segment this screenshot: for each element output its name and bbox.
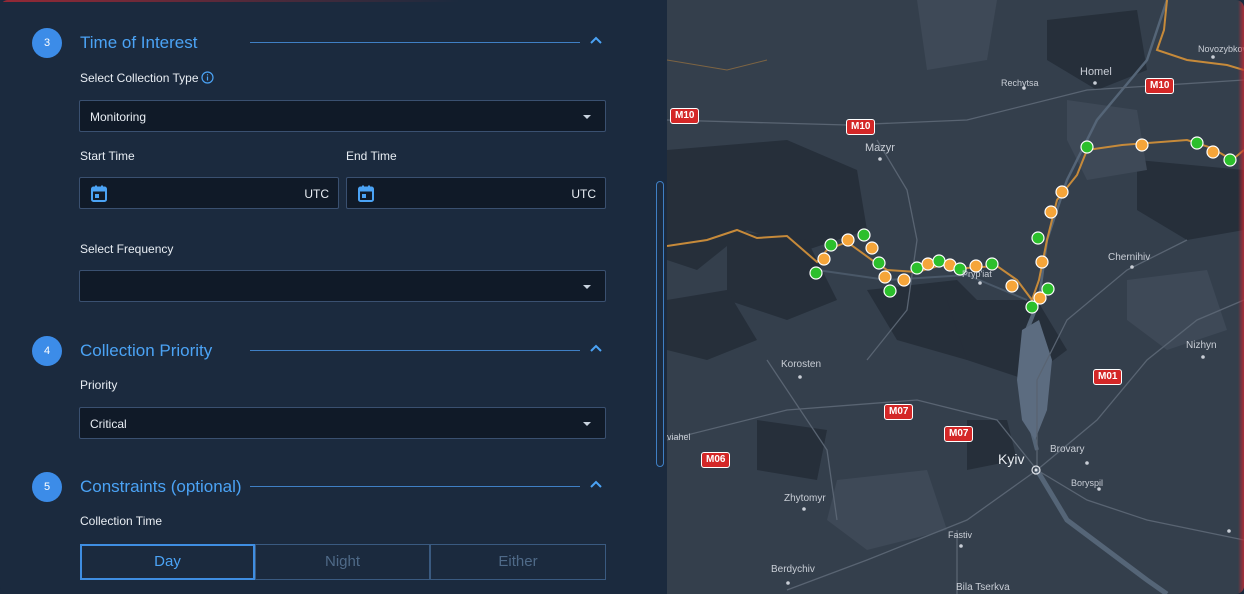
map-label-capital: Kyiv [998, 451, 1025, 467]
chevron-up-icon[interactable] [588, 477, 604, 493]
divider [250, 486, 580, 487]
map-label-city: Mazyr [865, 142, 895, 154]
dropdown-arrow-icon [583, 285, 591, 289]
collection-type-label: Select Collection Type [80, 71, 214, 85]
map-label-town: Pryp'iat [962, 269, 992, 279]
chevron-up-icon[interactable] [588, 33, 604, 49]
tasking-form-panel: 3 Time of Interest Select Collection Typ… [0, 0, 667, 594]
end-time-input[interactable]: UTC [346, 177, 606, 209]
map-label-city: Brovary [1050, 444, 1085, 455]
dropdown-arrow-icon [583, 422, 591, 426]
chevron-up-icon[interactable] [588, 341, 604, 357]
map-label-city: Zhytomyr [784, 493, 826, 504]
road-shield-m01: M01 [1093, 369, 1123, 385]
divider [250, 42, 580, 43]
start-time-input[interactable]: UTC [79, 177, 339, 209]
section-header-time-of-interest[interactable]: 3 Time of Interest [32, 28, 612, 58]
road-shield-m10: M10 [670, 108, 700, 124]
frequency-select[interactable] [79, 270, 606, 302]
map-label-town: Rechytsa [1001, 78, 1039, 88]
map-label-city: Homel [1080, 66, 1112, 78]
start-time-label: Start Time [80, 149, 135, 163]
step-number: 4 [32, 336, 62, 366]
step-number: 5 [32, 472, 62, 502]
frame-accent [0, 0, 460, 2]
map-label-city: Chernihiv [1108, 252, 1151, 263]
map-label-city: Berdychiv [771, 564, 815, 575]
map-label-city: Bila Tserkva [956, 582, 1010, 593]
priority-value: Critical [90, 417, 127, 431]
map-label-city: Korosten [781, 359, 822, 370]
collection-time-night-button[interactable]: Night [255, 544, 430, 580]
collection-type-value: Monitoring [90, 110, 147, 124]
collection-time-day-button[interactable]: Day [80, 544, 255, 580]
dropdown-arrow-icon [583, 115, 591, 119]
section-title: Collection Priority [80, 341, 213, 360]
collection-type-select[interactable]: Monitoring [79, 100, 606, 132]
priority-select[interactable]: Critical [79, 407, 606, 439]
map-label-city: Nizhyn [1186, 340, 1217, 351]
map-label-town: Boryspil [1071, 478, 1104, 488]
timezone-label: UTC [304, 187, 329, 201]
section-header-collection-priority[interactable]: 4 Collection Priority [32, 336, 612, 366]
collection-time-label: Collection Time [80, 514, 163, 528]
map-label-town: viahel [667, 432, 691, 442]
calendar-icon[interactable] [358, 185, 374, 202]
section-header-constraints[interactable]: 5 Constraints (optional) [32, 472, 612, 502]
road-shield-m06: M06 [701, 452, 731, 468]
divider [250, 350, 580, 351]
road-shield-m10: M10 [846, 119, 876, 135]
panel-scrollbar[interactable] [656, 181, 664, 467]
step-number: 3 [32, 28, 62, 58]
road-shield-m07: M07 [884, 404, 914, 420]
map-label-town: Fastiv [948, 530, 973, 540]
map-view[interactable]: Novozybkov Rechytsa Homel Mazyr Pryp'iat… [667, 0, 1244, 594]
collection-time-either-button[interactable]: Either [430, 544, 606, 580]
app-frame: 3 Time of Interest Select Collection Typ… [0, 0, 1244, 594]
calendar-icon[interactable] [91, 185, 107, 202]
section-title: Time of Interest [80, 33, 198, 52]
road-shield-m10: M10 [1145, 78, 1175, 94]
section-title: Constraints (optional) [80, 477, 242, 496]
timezone-label: UTC [571, 187, 596, 201]
frame-accent [1238, 0, 1244, 594]
priority-label: Priority [80, 378, 118, 392]
frequency-label: Select Frequency [80, 242, 174, 256]
collection-type-label-text: Select Collection Type [80, 71, 199, 85]
info-icon[interactable] [201, 71, 214, 84]
end-time-label: End Time [346, 149, 397, 163]
road-shield-m07: M07 [944, 426, 974, 442]
